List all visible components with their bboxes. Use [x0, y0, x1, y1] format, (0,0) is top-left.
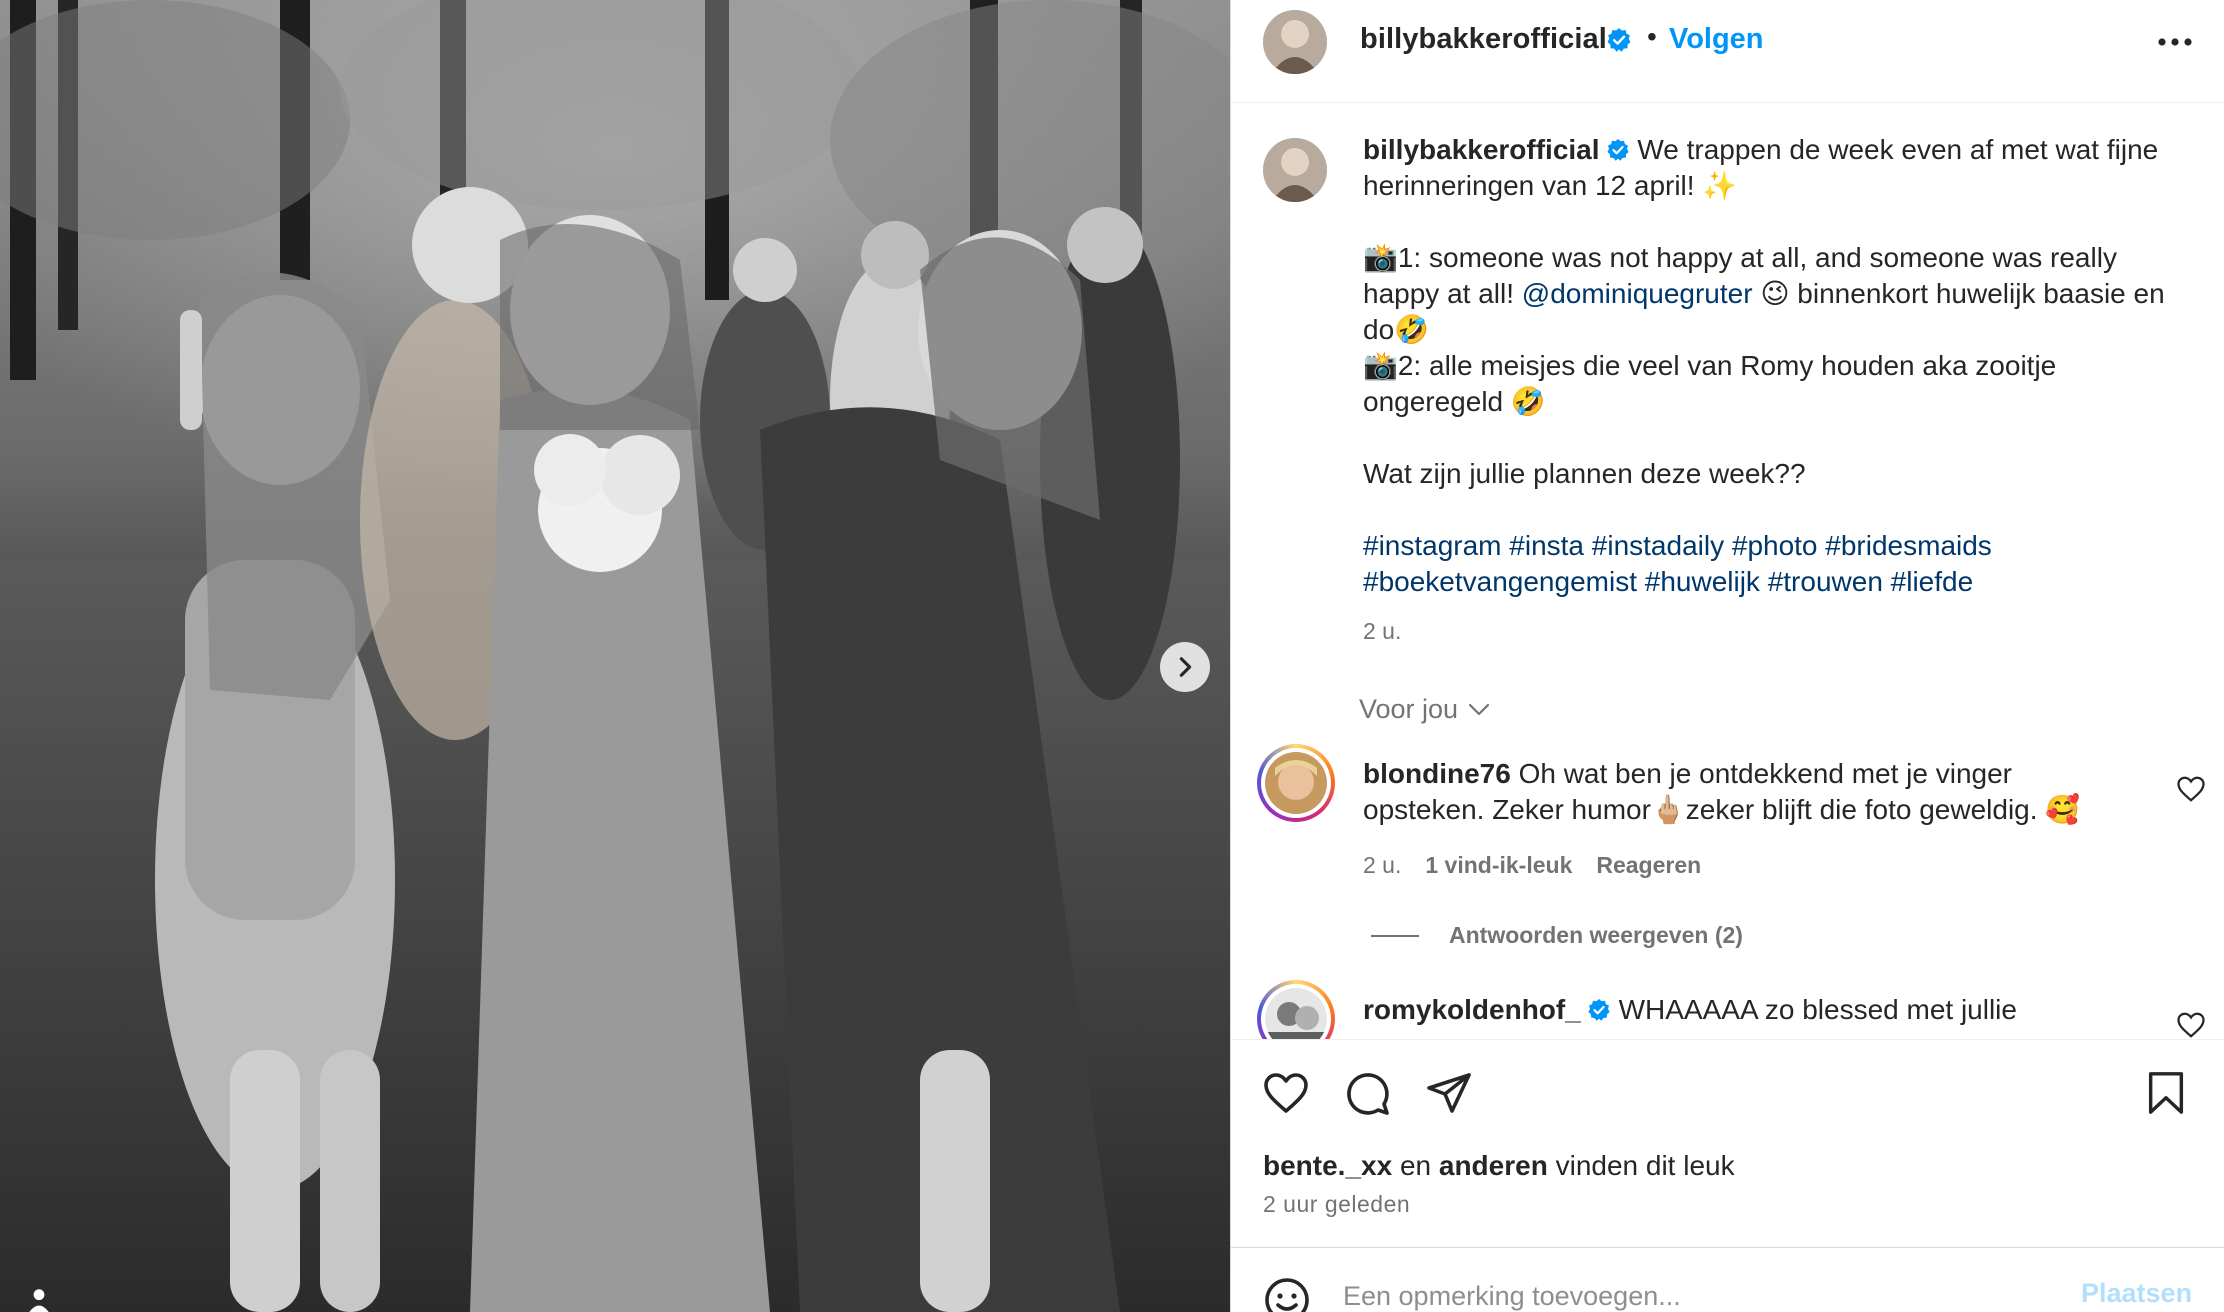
comment-body: WHAAAAA zo blessed met jullie — [1610, 994, 2017, 1025]
chevron-right-icon — [1179, 657, 1192, 677]
comment-like-icon[interactable] — [2176, 1010, 2206, 1039]
post-comment-button[interactable]: Plaatsen — [2081, 1278, 2192, 1309]
likes-suffix: vinden dit leuk — [1547, 1150, 1735, 1181]
caption-line-3: 📸2: alle meisjes die veel van Romy houde… — [1363, 350, 2065, 417]
post-photo[interactable] — [0, 0, 1230, 1312]
post-caption: billybakkerofficial We trappen de week e… — [1363, 132, 2183, 600]
verified-badge-icon — [1588, 998, 1610, 1021]
author-username[interactable]: billybakkerofficial — [1360, 23, 1607, 56]
caption-line-4: Wat zijn jullie plannen deze week?? — [1363, 458, 1806, 489]
bookmark-icon — [2148, 1072, 2184, 1114]
commenter-avatar[interactable] — [1257, 744, 1335, 822]
photo-image — [0, 0, 1230, 1312]
verified-badge-icon — [1607, 28, 1631, 52]
follow-button[interactable]: Volgen — [1669, 23, 1764, 56]
author-avatar[interactable] — [1263, 10, 1327, 74]
caption-hashtags[interactable]: #instagram #insta #instadaily #photo #br… — [1363, 530, 2000, 597]
view-replies-label: Antwoorden weergeven (2) — [1449, 922, 1743, 948]
heart-icon — [1264, 1073, 1308, 1113]
comment-text: blondine76 Oh wat ben je ontdekkend met … — [1363, 756, 2123, 828]
caption-mention-link[interactable]: @dominiquegruter — [1522, 278, 1753, 309]
add-comment-bar: Plaatsen — [1231, 1247, 2224, 1312]
comment-input[interactable] — [1343, 1276, 2083, 1312]
likes-connector: en — [1392, 1150, 1439, 1181]
emoji-button[interactable] — [1263, 1276, 1311, 1312]
comments-scroll-area[interactable]: billybakkerofficial We trappen de week e… — [1231, 104, 2224, 1039]
likes-others-link[interactable]: anderen — [1439, 1150, 1548, 1181]
carousel-next-button[interactable] — [1160, 642, 1210, 692]
likes-summary: bente._xx en anderen vinden dit leuk — [1263, 1150, 1735, 1182]
commenter-avatar[interactable] — [1257, 980, 1335, 1039]
post-header: billybakkerofficial • Volgen — [1231, 0, 2224, 103]
comment-timestamp[interactable]: 2 u. — [1363, 852, 1401, 879]
comment-meta: 2 u. 1 vind-ik-leuk Reageren — [1363, 852, 1701, 879]
comment-text: romykoldenhof_ WHAAAAA zo blessed met ju… — [1363, 992, 2123, 1028]
more-options-button[interactable] — [2153, 20, 2197, 64]
caption-username[interactable]: billybakkerofficial — [1363, 134, 1600, 165]
like-button[interactable] — [1261, 1068, 1311, 1118]
comment-sort-label: Voor jou — [1359, 694, 1459, 724]
paper-plane-icon — [1427, 1073, 1471, 1113]
comment-like-count[interactable]: 1 vind-ik-leuk — [1425, 852, 1572, 879]
replies-divider — [1371, 934, 1419, 937]
comment-button[interactable] — [1342, 1068, 1392, 1118]
user-tag-icon — [29, 1289, 49, 1312]
comment-bubble-icon — [1347, 1073, 1389, 1115]
verified-badge-icon — [1606, 138, 1629, 161]
separator-dot: • — [1647, 21, 1657, 52]
post-side-panel: billybakkerofficial • Volgen billybakker… — [1230, 0, 2224, 1312]
comment-reply-button[interactable]: Reageren — [1596, 852, 1701, 879]
view-replies-button[interactable]: Antwoorden weergeven (2) — [1371, 922, 1743, 949]
more-options-icon — [2158, 38, 2192, 46]
emoji-icon — [1265, 1278, 1309, 1312]
save-button[interactable] — [2141, 1068, 2191, 1118]
commenter-username[interactable]: romykoldenhof_ — [1363, 994, 1581, 1025]
caption-author-avatar[interactable] — [1263, 138, 1327, 202]
comment-sort-dropdown[interactable]: Voor jou — [1359, 694, 1490, 725]
comment-like-icon[interactable] — [2176, 774, 2206, 804]
post-actions-bar — [1231, 1039, 2224, 1139]
caption-timestamp[interactable]: 2 u. — [1363, 618, 1401, 645]
chevron-down-icon — [1468, 703, 1490, 715]
commenter-username[interactable]: blondine76 — [1363, 758, 1511, 789]
liker-username[interactable]: bente._xx — [1263, 1150, 1392, 1181]
share-button[interactable] — [1424, 1068, 1474, 1118]
post-timestamp[interactable]: 2 uur geleden — [1263, 1191, 1410, 1218]
user-tag-button[interactable] — [18, 1280, 60, 1312]
